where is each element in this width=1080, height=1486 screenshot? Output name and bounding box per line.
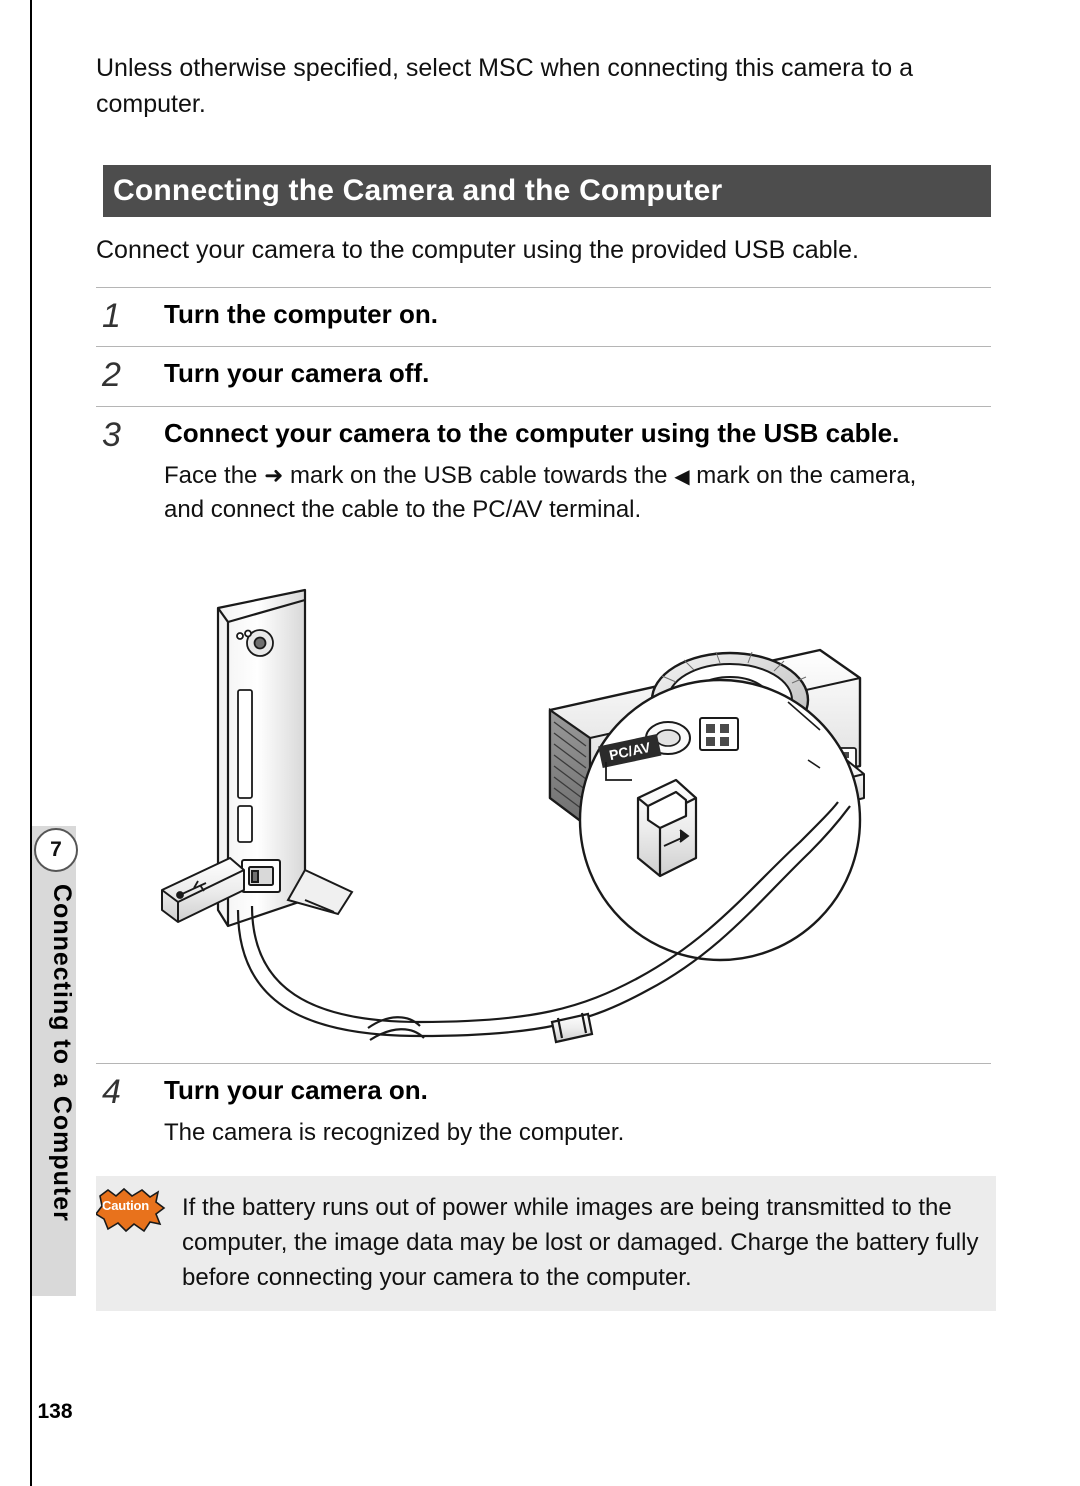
page-number: 138 [32,1390,78,1434]
caution-icon: Caution [94,1186,166,1234]
detail-usb-plug [636,778,698,878]
step-title: Connect your camera to the computer usin… [164,418,900,448]
step-number: 2 [102,356,121,394]
step-item-3: 3 Connect your camera to the computer us… [96,406,991,527]
intro-paragraph: Unless otherwise specified, select MSC w… [96,54,914,118]
step-item-2: 2 Turn your camera off. [96,346,991,395]
caution-text: If the battery runs out of power while i… [182,1194,979,1291]
step-number: 1 [102,297,121,335]
step-body-prefix: Face the [164,462,265,489]
step-body-middle: mark on the USB cable towards the [283,462,675,489]
chapter-badge: 7 [34,828,78,872]
step-number: 3 [102,416,121,454]
section-title: Connecting the Camera and the Computer [113,174,723,207]
step-number: 4 [102,1073,121,1111]
arrow-left-icon: ◀ [674,466,690,488]
section-heading-banner: Connecting the Camera and the Computer [96,165,991,217]
section-lead-paragraph: Connect your camera to the computer usin… [96,236,859,264]
tower-front-details [237,689,253,843]
side-tab-label: Connecting to a Computer [48,884,76,1222]
step-body: The camera is recognized by the computer… [164,1119,625,1146]
banner-accent-bar [96,165,103,217]
step-title: Turn your camera on. [164,1075,428,1105]
cable-ferrite-core [550,1012,594,1044]
step-item-1: 1 Turn the computer on. [96,287,991,336]
tower-usb-port [241,859,281,893]
step-item-4: 4 Turn your camera on. The camera is rec… [96,1063,991,1150]
caution-note: If the battery runs out of power while i… [96,1176,996,1311]
step-body: Face the ➜ mark on the USB cable towards… [164,459,954,527]
step-title: Turn your camera off. [164,358,430,388]
step-title: Turn the computer on. [164,299,438,329]
usb-connection-illustration: PC/AV PC/AV [120,570,910,1050]
arrow-right-icon: ➜ [264,462,284,488]
caution-icon-label: Caution [102,1198,149,1213]
page-left-margin [0,0,30,1486]
